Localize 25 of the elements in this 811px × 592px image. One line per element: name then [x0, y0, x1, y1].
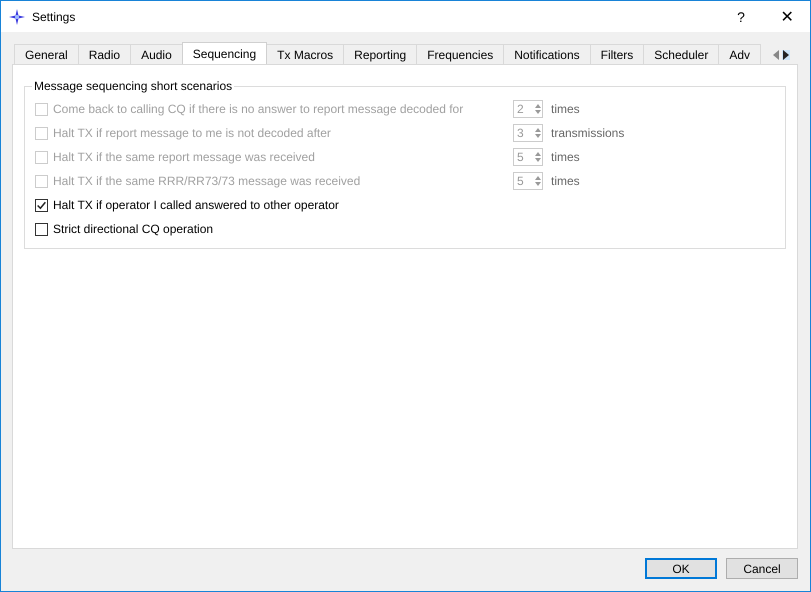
- tab[interactable]: Sequencing: [182, 42, 268, 64]
- tab[interactable]: General: [14, 44, 79, 64]
- close-button[interactable]: ✕: [764, 1, 810, 32]
- tab[interactable]: Reporting: [343, 44, 418, 64]
- checkbox[interactable]: [35, 222, 48, 236]
- option-label: Halt TX if report message to me is not decoded after: [53, 126, 332, 140]
- help-button[interactable]: ?: [718, 1, 764, 32]
- unit-label: times: [551, 150, 580, 164]
- tab[interactable]: Adv: [718, 44, 762, 64]
- group-title: Message sequencing short scenarios: [33, 79, 234, 93]
- unit-label: times: [551, 174, 580, 188]
- option-label: Strict directional CQ operation: [53, 222, 214, 236]
- option-label: Halt TX if the same RRR/RR73/73 message was received: [53, 174, 362, 188]
- option-label: Halt TX if operator I called answered to other operator: [53, 198, 339, 212]
- checkbox[interactable]: [35, 198, 48, 212]
- unit-label: transmissions: [551, 126, 624, 140]
- app-icon: [9, 8, 25, 24]
- option-label: Come back to calling CQ if there is no answer to report message decoded for: [53, 102, 464, 116]
- cancel-button[interactable]: Cancel: [726, 558, 798, 579]
- scroll-right-icon[interactable]: [782, 50, 790, 60]
- ok-button[interactable]: OK: [645, 558, 717, 579]
- option-label: Halt TX if the same report message was received: [53, 150, 316, 164]
- unit-label: times: [551, 102, 580, 116]
- tab[interactable]: Frequencies: [416, 44, 504, 64]
- window-title: Settings: [32, 10, 76, 24]
